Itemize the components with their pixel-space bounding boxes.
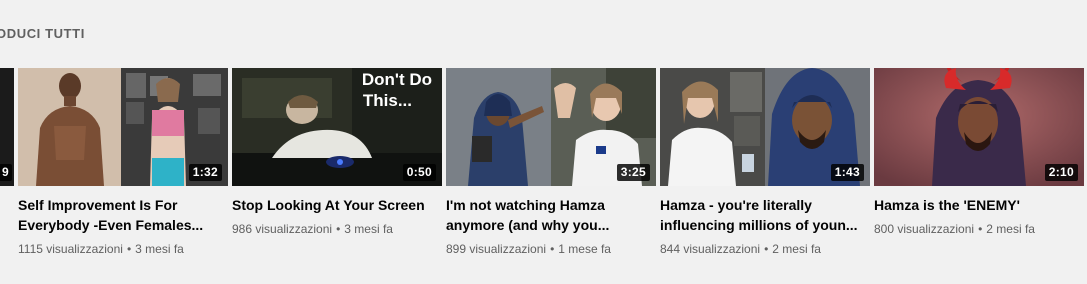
- video-title[interactable]: Hamza is the 'ENEMY': [874, 195, 1084, 215]
- partial-video-thumbnail[interactable]: 9: [0, 68, 14, 186]
- upload-age: 3 mesi fa: [135, 242, 184, 256]
- upload-age: 2 mesi fa: [986, 222, 1035, 236]
- video-title[interactable]: Self Improvement Is For Everybody -Even …: [18, 195, 228, 235]
- video-card[interactable]: Don't Do This... 0:50 Stop Looking At Yo…: [232, 68, 442, 237]
- separator-dot: •: [550, 242, 555, 256]
- duration-badge: 0:50: [402, 164, 436, 181]
- video-title[interactable]: I'm not watching Hamza anymore (and why …: [446, 195, 656, 235]
- video-metadata: 986 visualizzazioni • 3 mesi fa: [232, 221, 442, 237]
- video-metadata: 800 visualizzazioni • 2 mesi fa: [874, 221, 1084, 237]
- video-thumbnail[interactable]: 2:10: [874, 68, 1084, 186]
- duration-badge: 1:43: [830, 164, 864, 181]
- channel-shelf-page: ODUCI TUTTI 9 1:32 Self Improvement Is F…: [0, 0, 1087, 284]
- video-metadata: 1115 visualizzazioni • 3 mesi fa: [18, 241, 228, 257]
- video-metadata: 844 visualizzazioni • 2 mesi fa: [660, 241, 870, 257]
- duration-badge: 1:32: [188, 164, 222, 181]
- video-title[interactable]: Stop Looking At Your Screen: [232, 195, 442, 215]
- video-thumbnail[interactable]: Don't Do This... 0:50: [232, 68, 442, 186]
- video-card[interactable]: 1:32 Self Improvement Is For Everybody -…: [18, 68, 228, 257]
- video-title[interactable]: Hamza - you're literally influencing mil…: [660, 195, 870, 235]
- video-thumbnail[interactable]: 3:25: [446, 68, 656, 186]
- video-card[interactable]: 3:25 I'm not watching Hamza anymore (and…: [446, 68, 656, 257]
- view-count: 986 visualizzazioni: [232, 222, 333, 236]
- video-shelf: 9 1:32 Self Improvement Is For Everybody…: [0, 68, 1087, 268]
- upload-age: 3 mesi fa: [344, 222, 393, 236]
- thumbnail-caption-line-1: Don't Do: [362, 70, 432, 89]
- view-count: 844 visualizzazioni: [660, 242, 761, 256]
- video-thumbnail[interactable]: 1:43: [660, 68, 870, 186]
- play-all-link[interactable]: ODUCI TUTTI: [0, 26, 85, 41]
- thumbnail-caption-line-2: This...: [363, 91, 412, 110]
- video-card[interactable]: 2:10 Hamza is the 'ENEMY' 800 visualizza…: [874, 68, 1084, 237]
- separator-dot: •: [978, 222, 983, 236]
- duration-badge: 3:25: [616, 164, 650, 181]
- upload-age: 1 mese fa: [558, 242, 611, 256]
- duration-badge: 2:10: [1044, 164, 1078, 181]
- view-count: 800 visualizzazioni: [874, 222, 975, 236]
- video-metadata: 899 visualizzazioni • 1 mese fa: [446, 241, 656, 257]
- duration-badge: 9: [0, 164, 12, 181]
- view-count: 1115 visualizzazioni: [18, 242, 123, 256]
- upload-age: 2 mesi fa: [772, 242, 821, 256]
- separator-dot: •: [764, 242, 769, 256]
- separator-dot: •: [336, 222, 341, 236]
- video-thumbnail[interactable]: 1:32: [18, 68, 228, 186]
- view-count: 899 visualizzazioni: [446, 242, 547, 256]
- video-card[interactable]: 1:43 Hamza - you're literally influencin…: [660, 68, 870, 257]
- separator-dot: •: [126, 242, 132, 256]
